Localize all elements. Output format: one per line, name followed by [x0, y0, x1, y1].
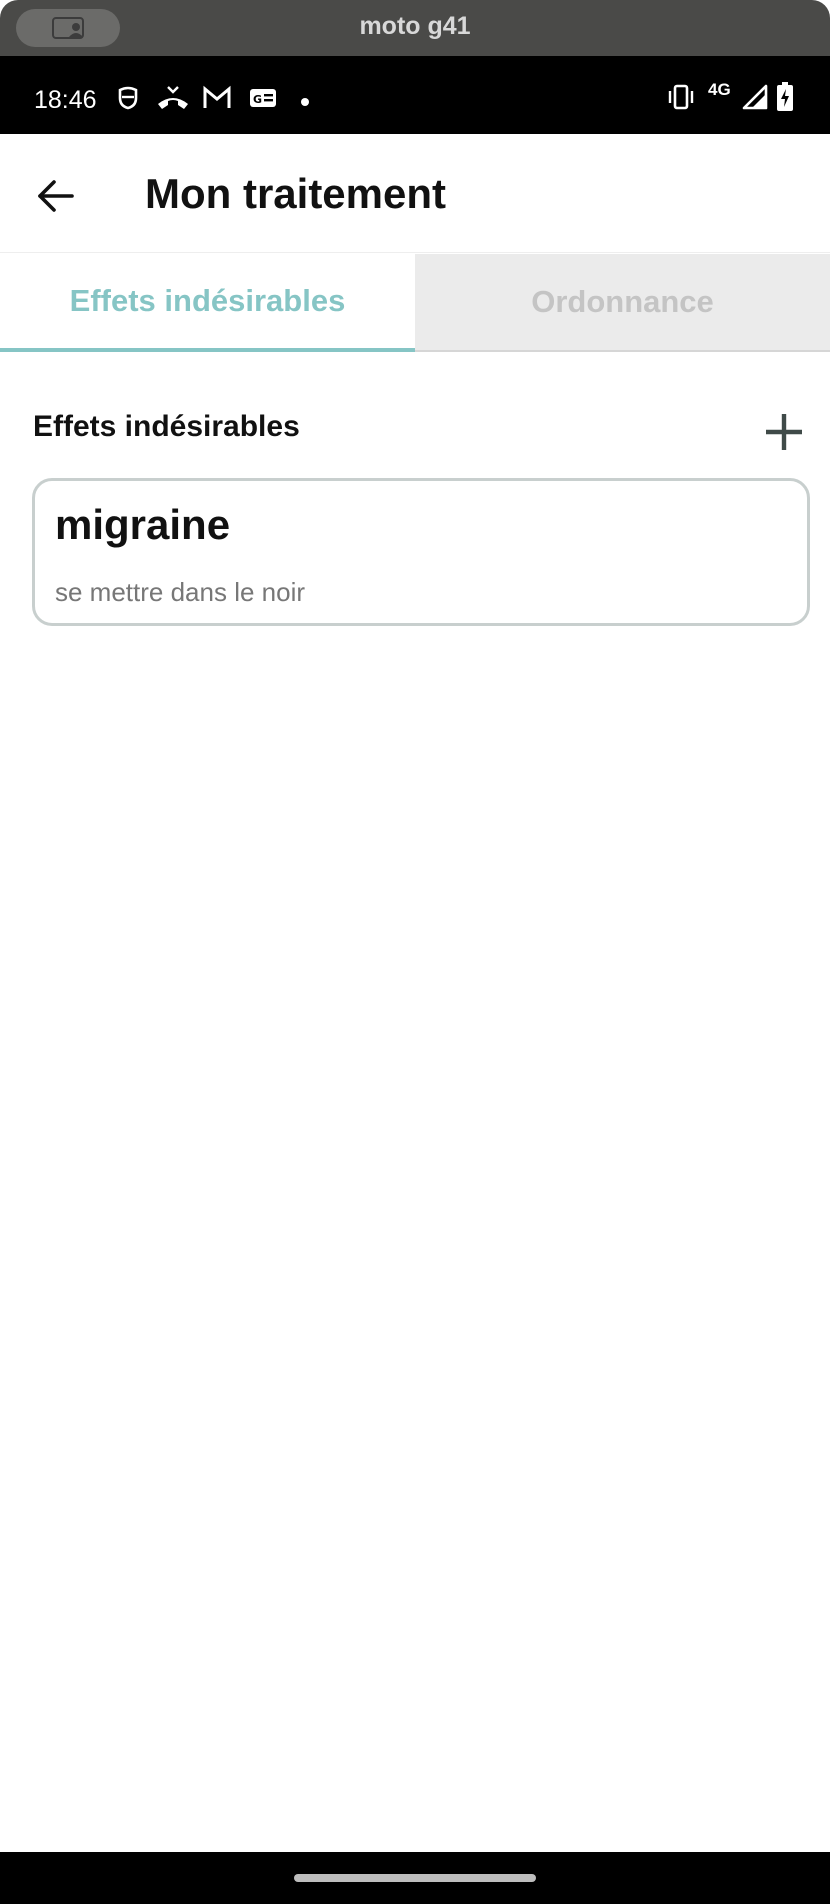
tab-effets-indesirables[interactable]: Effets indésirables	[0, 254, 415, 352]
battery-charging-icon	[776, 82, 794, 117]
vibrate-icon	[666, 84, 696, 115]
app-bar: Mon traitement	[0, 134, 830, 253]
news-icon: G	[248, 84, 278, 117]
missed-call-icon	[156, 84, 190, 117]
section-title: Effets indésirables	[33, 410, 300, 443]
status-bar: 18:46 G 4G	[0, 56, 830, 134]
svg-text:G: G	[253, 93, 262, 106]
add-effect-button[interactable]	[760, 408, 808, 456]
network-4g-icon: 4G	[708, 80, 731, 99]
navigation-bar	[0, 1852, 830, 1904]
effect-description: se mettre dans le noir	[55, 577, 306, 607]
effect-card[interactable]: migraine se mettre dans le noir	[32, 478, 810, 626]
page-title: Mon traitement	[145, 170, 447, 217]
status-time: 18:46	[34, 86, 97, 114]
home-gesture-handle[interactable]	[294, 1874, 536, 1882]
mask-icon	[116, 84, 140, 117]
gmail-icon	[202, 84, 232, 117]
tab-ordonnance[interactable]: Ordonnance	[415, 254, 830, 352]
back-button[interactable]	[30, 170, 82, 222]
arrow-left-icon	[38, 180, 74, 212]
plus-icon	[766, 414, 802, 450]
dot-icon	[300, 94, 310, 112]
tab-bar: Effets indésirables Ordonnance	[0, 254, 830, 352]
device-name: moto g41	[359, 12, 471, 40]
signal-icon	[742, 84, 768, 115]
effect-title: migraine	[55, 501, 231, 548]
device-frame-header: moto g41	[0, 0, 830, 56]
